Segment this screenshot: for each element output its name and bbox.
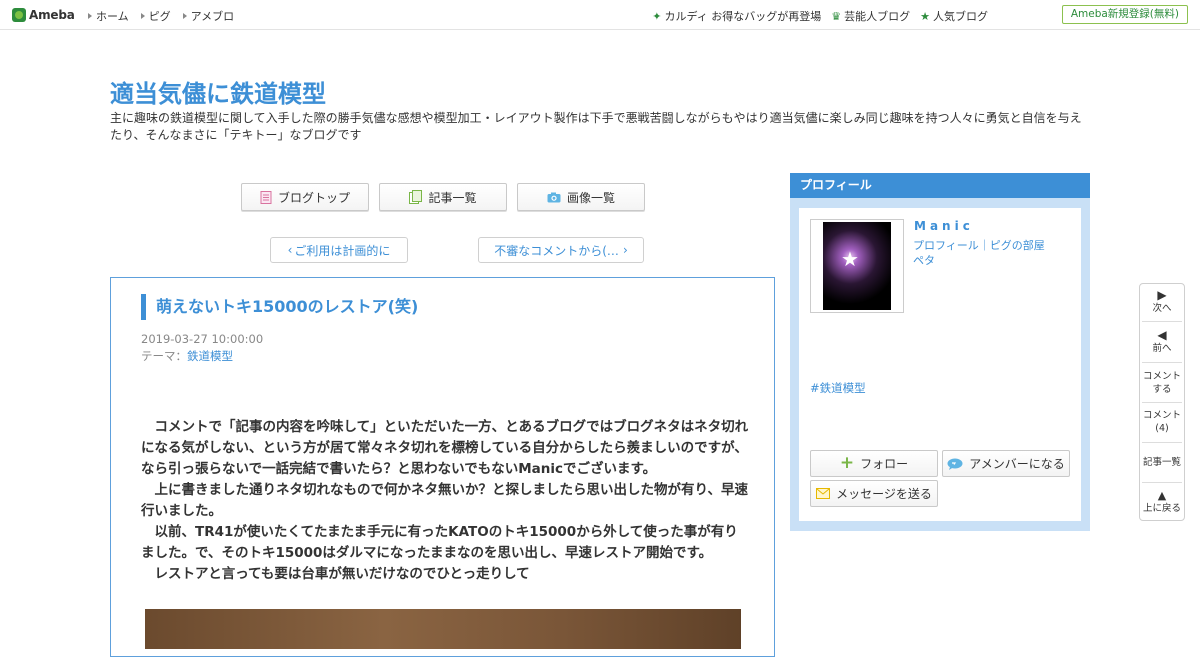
profile-link[interactable]: プロフィール [913,239,979,252]
nav-pigg[interactable]: ピグ [140,8,171,24]
send-message-button[interactable]: メッセージを送る [810,480,938,507]
star-icon: ★ [920,10,930,23]
header-links: ✦ カルディ お得なバッグが再登場 ♛ 芸能人ブログ ★ 人気ブログ [652,8,988,24]
article-body: コメントで「記事の内容を吟味して」といただいた一方、とあるブログではブログネタは… [141,417,749,585]
article-paragraph: 以前、TR41が使いたくてたまたま手元に有ったKATOのトキ15000から外して… [141,524,738,561]
pigg-room-link[interactable]: ピグの部屋 [990,239,1045,252]
caret-right-icon [140,13,145,19]
follow-button[interactable]: + フォロー [810,450,938,477]
blog-top-button[interactable]: ブログトップ [241,183,369,211]
article-list-button[interactable]: 記事一覧 [379,183,507,211]
prev-article-link[interactable]: ‹ ご利用は計画的に [270,237,408,263]
document-icon [260,190,272,204]
article-date: 2019-03-27 10:00:00 [141,332,264,346]
profile-name[interactable]: Manic [914,219,974,233]
plus-icon: + [839,453,855,473]
envelope-icon [816,488,831,499]
hashtag-link[interactable]: #鉄道模型 [810,380,866,396]
amember-button[interactable]: アメンバーになる [942,450,1070,477]
avatar[interactable] [810,219,904,313]
avatar-image [823,222,891,310]
ameba-logo-text: Ameba [29,8,75,22]
comments-button[interactable]: コメント (4) [1140,409,1184,435]
ameba-logo[interactable]: Ameba [12,7,75,23]
ameba-logo-icon [12,8,26,22]
triangle-up-icon: ▲ [1157,489,1167,502]
article: 萌えないトキ15000のレストア(笑) 2019-03-27 10:00:00 … [110,277,775,657]
write-comment-button[interactable]: コメント する [1140,370,1184,396]
article-title[interactable]: 萌えないトキ15000のレストア(笑) [141,294,418,320]
copy-icon [409,190,423,204]
blog-description: 主に趣味の鉄道模型に関して入手した際の勝手気儘な感想や模型加工・レイアウト製作は… [110,111,1082,142]
header-link-popular-blog[interactable]: ★ 人気ブログ [920,8,988,24]
caret-right-icon [88,13,92,19]
profile-heading: プロフィール [790,173,1090,198]
back-to-top-button[interactable]: ▲ 上に戻る [1140,489,1184,515]
floating-nav: ▶ 次へ ◀ 前へ コメント する コメント (4) 記事一覧 ▲ 上に戻る [1139,283,1185,521]
profile-body: Manic プロフィール｜ピグの部屋 ペタ #鉄道模型 + フォロー アメンバー… [799,208,1081,521]
nav-home[interactable]: ホーム [88,8,129,24]
header-link-celebrity-blog[interactable]: ♛ 芸能人ブログ [831,8,910,24]
divider [1142,362,1182,363]
theme-link[interactable]: 鉄道模型 [187,349,233,363]
profile-panel: プロフィール Manic プロフィール｜ピグの部屋 ペタ #鉄道模型 + フォロ… [790,173,1090,531]
article-paragraph: 上に書きました通りネタ切れなもので何かネタ無いか？と探しましたら思い出した物が有… [141,482,748,519]
next-button[interactable]: ▶ 次へ [1140,289,1184,315]
divider [1142,442,1182,443]
peta-link[interactable]: ペタ [913,254,935,267]
article-list-float-button[interactable]: 記事一覧 [1140,456,1184,469]
camera-icon [547,192,561,202]
chevron-left-icon: ‹ [287,243,293,257]
next-article-link[interactable]: 不審なコメントから(… › [478,237,644,263]
caret-right-icon [182,13,187,19]
chevron-right-icon: › [622,243,628,257]
crown-icon: ♛ [831,10,842,23]
image-list-button[interactable]: 画像一覧 [517,183,645,211]
global-header: Ameba ホーム ピグ アメブロ ✦ カルディ お得なバッグが再登場 ♛ 芸能人ブ… [0,0,1200,30]
divider [1142,402,1182,403]
article-paragraph: コメントで「記事の内容を吟味して」といただいた一方、とあるブログではブログネタは… [141,419,749,477]
chat-bubble-icon [947,458,963,470]
article-paragraph: レストアと言っても要は台車が無いだけなのでひとっ走りして [141,566,530,582]
header-link-kaldi[interactable]: ✦ カルディ お得なバッグが再登場 [652,8,821,24]
nav-ameblo[interactable]: アメブロ [182,8,234,24]
blog-title[interactable]: 適当気儘に鉄道模型 [110,74,326,109]
divider [1142,482,1182,483]
play-left-icon: ◀ [1157,328,1167,342]
article-theme: テーマ：鉄道模型 [141,349,233,363]
article-photo[interactable] [145,609,741,649]
prev-button[interactable]: ◀ 前へ [1140,329,1184,355]
global-nav: ホーム ピグ アメブロ [88,8,234,24]
signup-button[interactable]: Ameba新規登録(無料) [1061,5,1188,24]
play-right-icon: ▶ [1157,288,1167,302]
profile-links: プロフィール｜ピグの部屋 ペタ [913,239,1045,267]
divider [1142,321,1182,322]
diamond-icon: ✦ [652,10,662,23]
